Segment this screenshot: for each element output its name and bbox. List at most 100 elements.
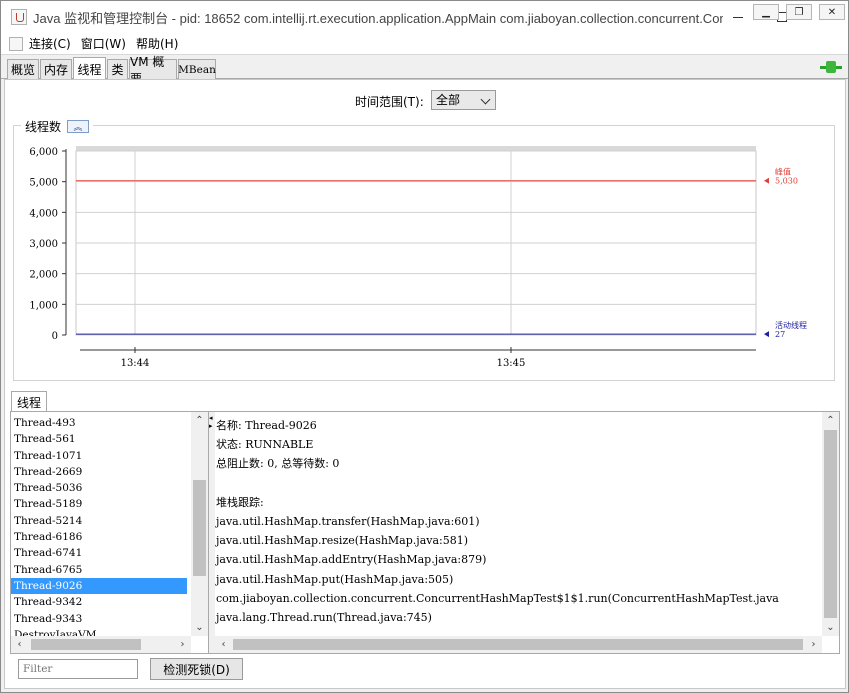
- y-tick-label: 5,000: [29, 178, 58, 189]
- close-icon: ✕: [827, 6, 837, 18]
- restore-icon: ❐: [794, 6, 804, 18]
- series-value-label: 5,030: [775, 177, 798, 186]
- thread-detail-line: java.util.HashMap.addEntry(HashMap.java:…: [216, 553, 487, 567]
- y-tick-label: 4,000: [29, 208, 58, 219]
- y-tick-label: 6,000: [29, 147, 58, 158]
- thread-list-item[interactable]: Thread-561: [11, 431, 187, 447]
- thread-detail-line: 名称: Thread-9026: [216, 419, 317, 432]
- thread-detail-line: java.util.HashMap.resize(HashMap.java:58…: [216, 534, 469, 548]
- thread-list-item[interactable]: Thread-6186: [11, 529, 187, 545]
- scroll-down-icon[interactable]: ⌄: [822, 619, 839, 636]
- thread-detail-line: 堆栈跟踪:: [216, 495, 264, 509]
- y-tick-label: 3,000: [29, 239, 58, 250]
- splitter-arrow-icon[interactable]: ▸: [209, 422, 213, 430]
- time-range-value: 全部: [436, 93, 461, 107]
- thread-list-item[interactable]: Thread-1071: [11, 448, 187, 464]
- tab-classes[interactable]: 类: [107, 59, 128, 79]
- tab-memory[interactable]: 内存: [40, 59, 72, 79]
- thread-list-item[interactable]: Thread-9026: [11, 577, 187, 595]
- tab-overview[interactable]: 概览: [7, 59, 39, 79]
- tab-threads[interactable]: 线程: [73, 57, 106, 80]
- thread-detail-line: com.jiaboyan.collection.concurrent.Concu…: [216, 591, 779, 605]
- chart-panel-title: 线程数 ︽: [21, 118, 94, 135]
- double-chevron-up-icon[interactable]: ︽: [67, 120, 90, 133]
- series-marker-icon: [764, 177, 769, 184]
- thread-detail-line: java.util.HashMap.transfer(HashMap.java:…: [216, 514, 480, 528]
- thread-detail-line: java.lang.Thread.run(Thread.java:745): [216, 610, 432, 624]
- thread-list-item[interactable]: Thread-2669: [11, 464, 187, 480]
- thread-list-vscrollbar[interactable]: ⌃ ⌄: [191, 412, 208, 636]
- scroll-thumb[interactable]: [193, 480, 206, 576]
- x-tick-label: 13:44: [121, 358, 150, 369]
- thread-list-item[interactable]: Thread-6741: [11, 545, 187, 561]
- scroll-left-icon[interactable]: ‹: [215, 636, 232, 653]
- minimize-icon: ▁: [762, 6, 770, 18]
- plot-top-band: [76, 146, 756, 151]
- details-hscrollbar[interactable]: ‹ ›: [215, 636, 822, 653]
- thread-list-item[interactable]: Thread-6765: [11, 562, 187, 578]
- series-name-label: 活动线程: [775, 320, 807, 330]
- thread-list-item[interactable]: Thread-5189: [11, 496, 187, 512]
- thread-details-lines: 名称: Thread-9026 状态: RUNNABLE 总阻止数: 0, 总等待数…: [215, 416, 820, 627]
- minimize-icon: [733, 16, 743, 18]
- thread-list-hscrollbar[interactable]: ‹ ›: [11, 636, 191, 653]
- thread-list-item[interactable]: Thread-493: [11, 415, 187, 431]
- thread-list-item[interactable]: Thread-9342: [11, 594, 187, 610]
- thread-list-item[interactable]: Thread-9343: [11, 611, 187, 627]
- thread-detail-line: 总阻止数: 0, 总等待数: 0: [216, 457, 340, 471]
- scroll-thumb[interactable]: [233, 639, 803, 650]
- x-tick-label: 13:45: [497, 358, 526, 369]
- thread-count-chart-panel: 6,000 5,000 4,000 3,000 2,000 1,000 0 13:44 13:4…: [13, 118, 835, 381]
- thread-detail-line: java.util.HashMap.put(HashMap.java:505): [216, 572, 454, 586]
- tab-vm-summary[interactable]: VM 概要: [129, 55, 177, 86]
- main-window: Java 监视和管理控制台 - pid: 18652 com.intellij.…: [0, 0, 849, 693]
- details-vscrollbar[interactable]: ⌃ ⌄: [822, 412, 839, 636]
- y-tick-label: 0: [52, 331, 58, 342]
- scroll-thumb[interactable]: [824, 430, 837, 618]
- time-range-label: 时间范围(T):: [355, 95, 424, 109]
- menu-help[interactable]: 帮助(H): [136, 35, 178, 52]
- series-marker-icon: [764, 331, 769, 338]
- thread-area: Thread-493 Thread-561 Thread-1071 Thread-26…: [10, 411, 840, 654]
- java-menu-icon: [9, 36, 23, 51]
- scroll-up-icon[interactable]: ⌃: [822, 412, 839, 429]
- y-tick-label: 2,000: [29, 270, 58, 281]
- detect-deadlock-button[interactable]: 检测死锁(D): [150, 658, 243, 680]
- java-app-icon: [11, 9, 27, 25]
- menu-bar: 连接(C) 窗口(W) 帮助(H): [1, 33, 848, 55]
- thread-detail-line: [215, 474, 820, 493]
- chart-title-text: 线程数: [25, 120, 62, 134]
- inner-restore-button[interactable]: ❐: [786, 4, 812, 20]
- thread-filter-input[interactable]: [18, 659, 138, 679]
- thread-list-item[interactable]: Thread-5036: [11, 480, 187, 496]
- thread-details: 名称: Thread-9026 状态: RUNNABLE 总阻止数: 0, 总等待数…: [215, 412, 839, 653]
- splitter-arrow-icon[interactable]: ◂: [209, 414, 213, 422]
- series-value-label: 27: [775, 330, 785, 339]
- scroll-thumb[interactable]: [31, 639, 141, 650]
- menu-window[interactable]: 窗口(W): [81, 35, 126, 52]
- menu-connection[interactable]: 连接(C): [29, 35, 71, 52]
- series-name-label: 峰值: [775, 167, 791, 177]
- scroll-down-icon[interactable]: ⌄: [191, 619, 208, 636]
- thread-list-rows: Thread-493 Thread-561 Thread-1071 Thread-26…: [11, 415, 187, 643]
- inner-close-button[interactable]: ✕: [819, 4, 845, 20]
- inner-minimize-button[interactable]: ▁: [753, 4, 779, 20]
- tab-bar: 概览 内存 线程 类 VM 概要 MBean: [1, 55, 848, 86]
- window-title: Java 监视和管理控制台 - pid: 18652 com.intellij.…: [33, 10, 723, 26]
- scroll-right-icon[interactable]: ›: [174, 636, 191, 653]
- thread-list-item[interactable]: Thread-5214: [11, 513, 187, 529]
- thread-bottom-bar: 检测死锁(D): [10, 655, 840, 685]
- tab-thread-list[interactable]: 线程: [11, 391, 47, 412]
- scroll-left-icon[interactable]: ‹: [11, 636, 28, 653]
- tab-mbean[interactable]: MBean: [178, 59, 216, 79]
- y-tick-label: 1,000: [29, 300, 58, 311]
- scroll-right-icon[interactable]: ›: [805, 636, 822, 653]
- thread-detail-line: 状态: RUNNABLE: [216, 438, 314, 452]
- thread-list: Thread-493 Thread-561 Thread-1071 Thread-26…: [11, 412, 209, 653]
- thread-count-chart: 6,000 5,000 4,000 3,000 2,000 1,000 0 13:44 13:4…: [29, 146, 807, 369]
- chevron-down-icon: [480, 94, 491, 105]
- connection-status-icon: [820, 61, 842, 73]
- threads-content: 时间范围(T): 全部 6,000 5,000 4,000 3,000 2,000 1,0…: [4, 79, 846, 689]
- time-range-select[interactable]: 全部: [431, 90, 496, 110]
- scroll-up-icon[interactable]: ⌃: [191, 412, 208, 429]
